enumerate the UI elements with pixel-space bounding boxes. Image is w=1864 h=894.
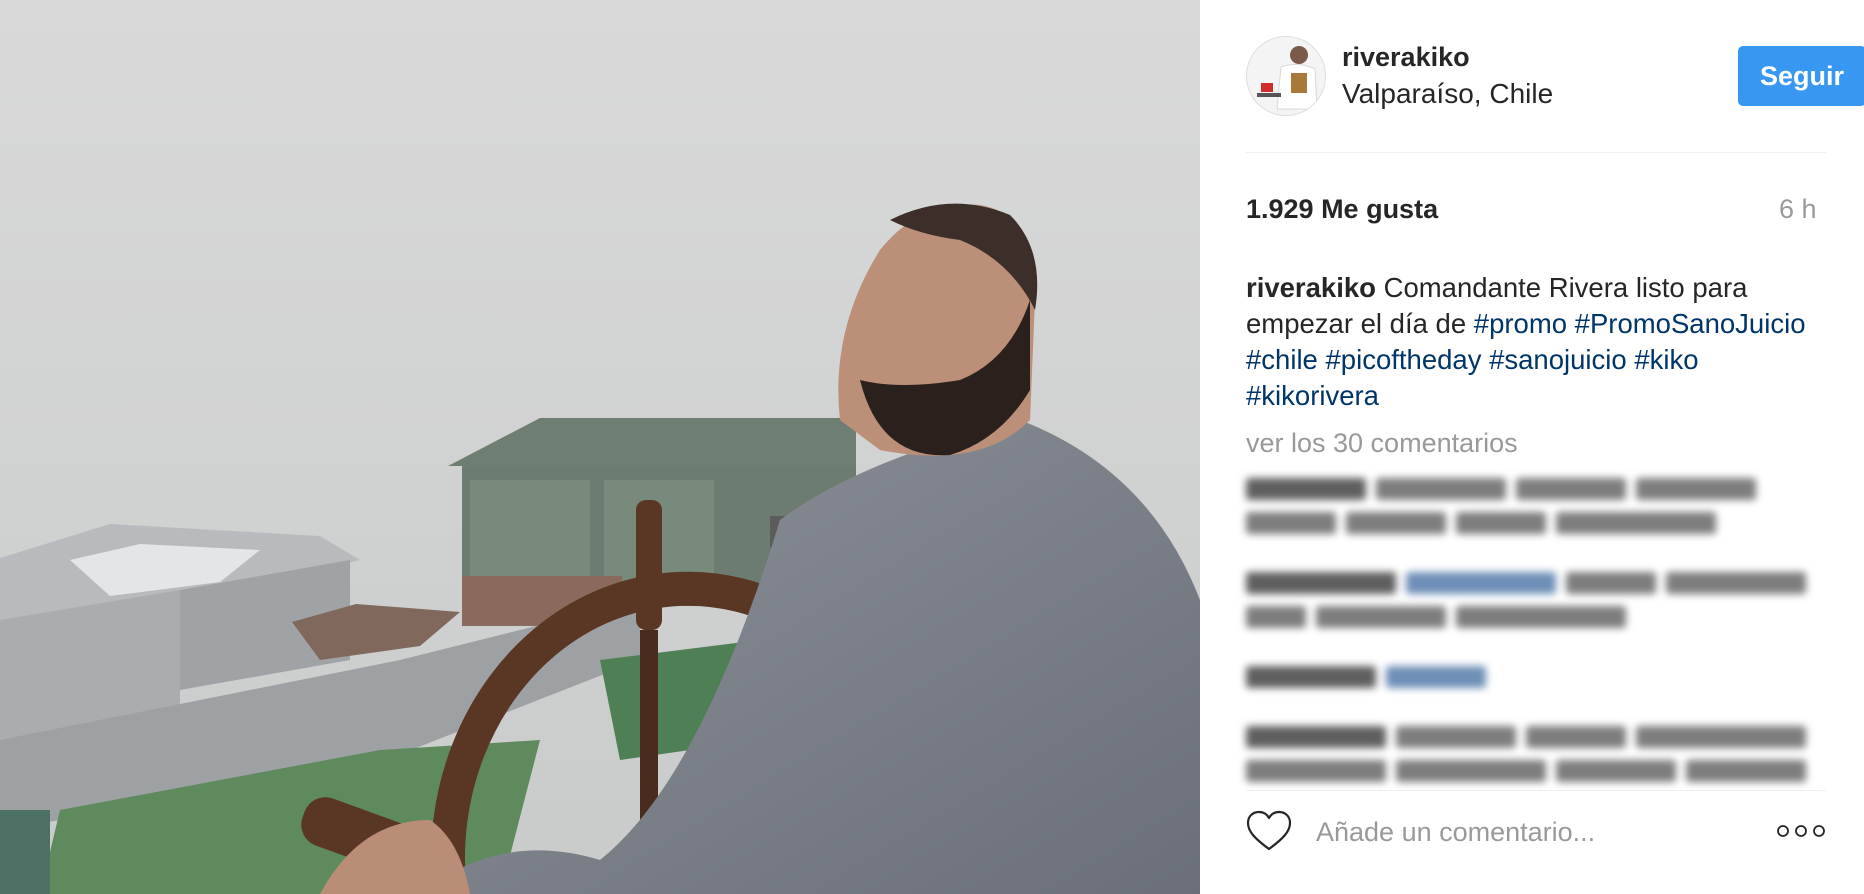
avatar-image <box>1247 37 1325 115</box>
hashtag-link[interactable]: #promo <box>1474 308 1567 339</box>
post-time[interactable]: 6 h <box>1779 194 1817 225</box>
more-options-icon-graphic <box>1777 825 1825 837</box>
comment-item <box>1246 572 1826 640</box>
more-options-icon[interactable] <box>1776 816 1826 846</box>
post-username[interactable]: riverakiko <box>1342 42 1470 73</box>
footer-divider <box>1246 790 1826 791</box>
view-all-comments-link[interactable]: ver los 30 comentarios <box>1246 428 1518 459</box>
follow-button[interactable]: Seguir <box>1738 46 1864 106</box>
avatar[interactable] <box>1246 36 1326 116</box>
hashtag-link[interactable]: #kiko <box>1634 344 1698 375</box>
hashtag-link[interactable]: #kikorivera <box>1246 380 1379 411</box>
comment-item <box>1246 726 1826 794</box>
heart-icon-graphic <box>1246 810 1292 851</box>
hashtag-link[interactable]: #chile <box>1246 344 1318 375</box>
post-header: riverakiko Valparaíso, Chile Seguir <box>1246 36 1864 116</box>
comment-item <box>1246 478 1826 546</box>
comment-input[interactable] <box>1316 812 1706 852</box>
header-divider <box>1246 152 1826 153</box>
hashtag-link[interactable]: #PromoSanoJuicio <box>1575 308 1806 339</box>
post-photo[interactable] <box>0 0 1200 894</box>
caption-username[interactable]: riverakiko <box>1246 272 1376 303</box>
heart-icon[interactable] <box>1246 810 1292 852</box>
likes-count[interactable]: 1.929 Me gusta <box>1246 194 1438 225</box>
hashtag-link[interactable]: #sanojuicio <box>1489 344 1627 375</box>
comment-item <box>1246 666 1826 700</box>
post-location[interactable]: Valparaíso, Chile <box>1342 78 1553 110</box>
comment-list <box>1246 478 1826 820</box>
post-sidebar: riverakiko Valparaíso, Chile Seguir 1.92… <box>1200 0 1864 894</box>
hashtag-link[interactable]: #picoftheday <box>1326 344 1482 375</box>
post-caption: riverakiko Comandante Rivera listo para … <box>1246 270 1806 414</box>
post-image <box>0 0 1200 894</box>
